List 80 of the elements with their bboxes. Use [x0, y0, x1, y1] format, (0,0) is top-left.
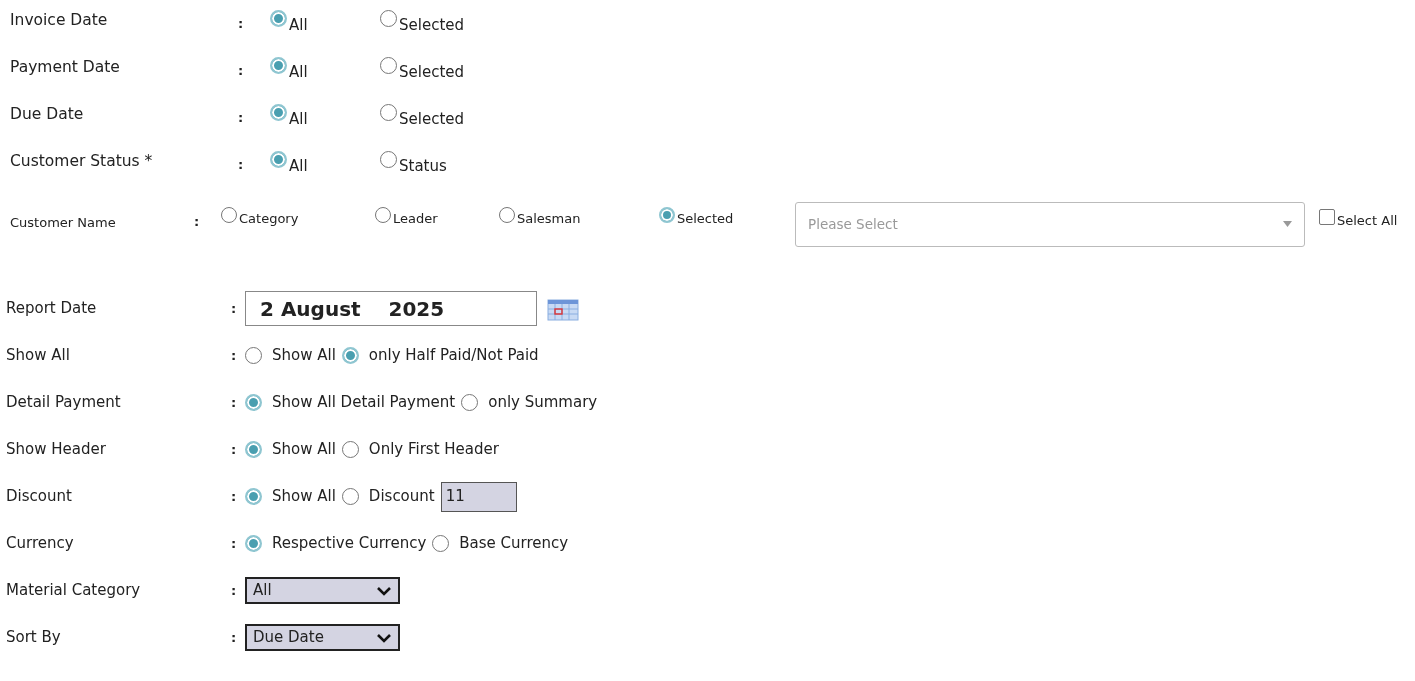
radio-button[interactable] [341, 441, 359, 458]
radio-button[interactable] [341, 347, 359, 364]
radio-button[interactable] [245, 535, 262, 552]
radio-label[interactable]: Show All Detail Payment [272, 391, 456, 414]
date-input[interactable]: 2 August 2025 [245, 291, 537, 326]
radio-label[interactable]: Show All [272, 485, 336, 508]
field-label: Report Date [6, 298, 98, 320]
radio-label[interactable]: Respective Currency [272, 532, 427, 555]
field-label: Detail Payment [6, 392, 122, 414]
radio-button[interactable] [245, 488, 262, 505]
radio-button[interactable] [380, 104, 397, 122]
radio-label[interactable]: Discount [368, 485, 435, 508]
caret-icon [1283, 221, 1292, 227]
colon-separator: : [238, 155, 245, 174]
field-label: Customer Name [10, 214, 117, 233]
radio-button[interactable] [270, 104, 287, 122]
radio-label[interactable]: only Half Paid/Not Paid [368, 344, 539, 367]
radio-button[interactable] [221, 207, 237, 224]
radio-label[interactable]: Category [239, 209, 299, 229]
checkbox[interactable] [1319, 209, 1335, 226]
colon-separator: : [231, 534, 238, 553]
radio-button[interactable] [245, 394, 262, 411]
colon-separator: : [231, 628, 238, 647]
colon-separator: : [238, 108, 245, 127]
radio-label[interactable]: All [289, 14, 308, 37]
field-label: Payment Date [10, 56, 121, 78]
colon-separator: : [231, 299, 238, 318]
radio-label[interactable]: Selected [677, 209, 734, 229]
colon-separator: : [231, 346, 238, 365]
radio-label[interactable]: All [289, 61, 308, 84]
field-label: Sort By [6, 627, 62, 649]
radio-button[interactable] [270, 151, 287, 169]
radio-button[interactable] [432, 535, 450, 552]
radio-button[interactable] [659, 207, 675, 224]
radio-button[interactable] [341, 488, 359, 505]
radio-label[interactable]: Selected [399, 61, 465, 84]
radio-label[interactable]: Selected [399, 14, 465, 37]
radio-label[interactable]: All [289, 155, 308, 178]
field-label: Show All [6, 345, 71, 367]
radio-button[interactable] [380, 10, 397, 28]
checkbox-label[interactable]: Select All [1337, 211, 1398, 231]
field-label: Customer Status * [10, 150, 154, 172]
field-label: Due Date [10, 103, 85, 125]
radio-label[interactable]: Base Currency [459, 532, 569, 555]
radio-button[interactable] [270, 57, 287, 75]
chevron-down-icon [376, 585, 392, 596]
colon-separator: : [194, 213, 201, 232]
radio-button[interactable] [499, 207, 515, 224]
field-label: Show Header [6, 439, 107, 461]
radio-label[interactable]: Status [399, 155, 447, 178]
radio-button[interactable] [245, 441, 262, 458]
chevron-down-icon [376, 632, 392, 643]
radio-button[interactable] [461, 394, 479, 411]
radio-button[interactable] [380, 57, 397, 75]
radio-button[interactable] [245, 347, 262, 364]
colon-separator: : [238, 61, 245, 80]
colon-separator: : [231, 440, 238, 459]
field-label: Material Category [6, 580, 142, 602]
field-label: Currency [6, 533, 75, 555]
colon-separator: : [238, 14, 245, 33]
select-dropdown[interactable]: Due Date [245, 624, 400, 651]
discount-input[interactable]: 11 [440, 481, 517, 512]
radio-label[interactable]: Only First Header [368, 438, 499, 461]
radio-label[interactable]: All [289, 108, 308, 131]
field-label: Discount [6, 486, 73, 508]
calendar-icon[interactable] [547, 296, 579, 321]
radio-label[interactable]: Show All [272, 344, 336, 367]
radio-label[interactable]: Selected [399, 108, 465, 131]
radio-button[interactable] [375, 207, 391, 224]
radio-label[interactable]: Leader [393, 209, 438, 229]
radio-label[interactable]: Salesman [517, 209, 581, 229]
colon-separator: : [231, 581, 238, 600]
radio-label[interactable]: Show All [272, 438, 336, 461]
radio-button[interactable] [380, 151, 397, 169]
field-label: Invoice Date [10, 9, 109, 31]
colon-separator: : [231, 393, 238, 412]
colon-separator: : [231, 487, 238, 506]
select-dropdown[interactable]: All [245, 577, 400, 604]
radio-button[interactable] [270, 10, 287, 28]
radio-label[interactable]: only Summary [488, 391, 598, 414]
